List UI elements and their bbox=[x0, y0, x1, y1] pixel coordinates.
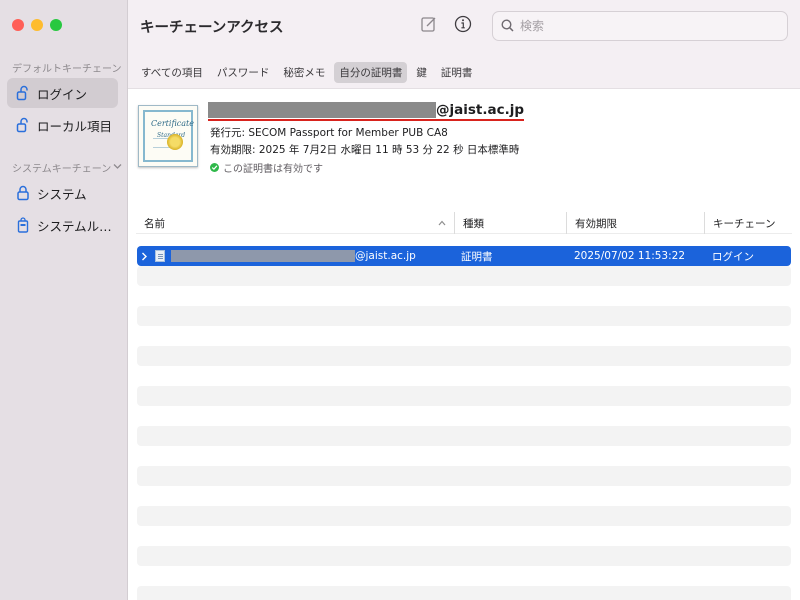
certificate-detail: Certificate Standard @jaist.ac.jp 発行元: S… bbox=[128, 88, 800, 200]
sidebar-item-label: システム bbox=[37, 186, 87, 202]
window-title: キーチェーンアクセス bbox=[140, 20, 284, 36]
sidebar-section-title: デフォルトキーチェーン bbox=[12, 64, 122, 75]
sidebar-item-system[interactable]: システム bbox=[7, 178, 118, 208]
column-header-name[interactable]: 名前 bbox=[136, 212, 454, 234]
sidebar-item-local-items[interactable]: ローカル項目 bbox=[7, 110, 118, 140]
window-controls bbox=[12, 19, 62, 31]
disclosure-chevron-icon[interactable] bbox=[141, 246, 148, 266]
sidebar-item-system-roots[interactable]: システムル… bbox=[7, 210, 118, 240]
column-header-kind[interactable]: 種類 bbox=[454, 212, 566, 234]
column-header-expires[interactable]: 有効期限 bbox=[566, 212, 704, 234]
certificate-issuer: 発行元: SECOM Passport for Member PUB CA8 bbox=[210, 127, 448, 139]
item-list: 名前 種類 有効期限 キーチェーン @jaist.ac.jp 証明書 2025/… bbox=[128, 200, 800, 600]
compose-icon bbox=[420, 15, 438, 37]
tab-passwords[interactable]: パスワード bbox=[212, 62, 275, 83]
chevron-down-icon[interactable] bbox=[113, 162, 122, 173]
category-tabs: すべての項目 パスワード 秘密メモ 自分の証明書 鍵 証明書 bbox=[136, 61, 477, 83]
unlocked-padlock-icon bbox=[16, 117, 30, 133]
seal-icon bbox=[167, 134, 183, 150]
tab-secure-notes[interactable]: 秘密メモ bbox=[278, 62, 330, 83]
redacted-username bbox=[208, 102, 436, 118]
empty-row bbox=[137, 366, 791, 386]
empty-row bbox=[137, 426, 791, 446]
sidebar-item-label: ログイン bbox=[37, 86, 88, 102]
new-item-button[interactable] bbox=[417, 14, 441, 38]
tab-my-certificates[interactable]: 自分の証明書 bbox=[334, 61, 408, 83]
empty-row bbox=[137, 566, 791, 586]
tab-keys[interactable]: 鍵 bbox=[411, 62, 432, 83]
empty-row bbox=[137, 526, 791, 546]
column-header-keychain[interactable]: キーチェーン bbox=[704, 212, 792, 234]
sort-ascending-icon bbox=[438, 217, 446, 229]
valid-check-icon bbox=[210, 163, 219, 172]
empty-row bbox=[137, 446, 791, 466]
redacted-username bbox=[171, 250, 355, 262]
row-kind-cell: 証明書 bbox=[461, 250, 493, 263]
empty-row bbox=[137, 466, 791, 486]
tab-all-items[interactable]: すべての項目 bbox=[136, 62, 208, 83]
empty-row bbox=[137, 486, 791, 506]
thumbnail-title: Certificate bbox=[151, 119, 194, 128]
search-field[interactable] bbox=[492, 11, 788, 41]
close-window-button[interactable] bbox=[12, 19, 24, 31]
sidebar-section-title: システムキーチェーン bbox=[12, 164, 112, 175]
unlocked-padlock-icon bbox=[16, 85, 30, 101]
certificate-subject: @jaist.ac.jp bbox=[208, 102, 525, 121]
table-rows: @jaist.ac.jp 証明書 2025/07/02 11:53:22 ログイ… bbox=[137, 246, 791, 600]
row-name-domain: @jaist.ac.jp bbox=[355, 250, 416, 262]
empty-row bbox=[137, 506, 791, 526]
sidebar: デフォルトキーチェーン ログイン ローカル項目 システムキーチェーン システム … bbox=[0, 0, 128, 600]
empty-row bbox=[137, 586, 791, 600]
search-input[interactable] bbox=[520, 19, 770, 33]
empty-row bbox=[137, 326, 791, 346]
tab-certificates[interactable]: 証明書 bbox=[436, 62, 478, 83]
sidebar-section-default-keychains: デフォルトキーチェーン bbox=[12, 60, 122, 75]
certificate-expiry: 有効期限: 2025 年 7月2日 水曜日 11 時 53 分 22 秒 日本標… bbox=[210, 144, 520, 156]
search-icon bbox=[501, 17, 514, 36]
row-keychain-cell: ログイン bbox=[712, 250, 754, 263]
status-text: この証明書は有効です bbox=[223, 164, 323, 175]
empty-row bbox=[137, 406, 791, 426]
empty-row bbox=[137, 266, 791, 286]
sidebar-item-login[interactable]: ログイン bbox=[7, 78, 118, 108]
info-icon bbox=[454, 15, 472, 37]
empty-row bbox=[137, 346, 791, 366]
certificate-thumbnail: Certificate Standard bbox=[138, 105, 198, 167]
table-header: 名前 種類 有効期限 キーチェーン bbox=[136, 212, 792, 234]
empty-row bbox=[137, 306, 791, 326]
sidebar-section-system-keychains[interactable]: システムキーチェーン bbox=[12, 160, 122, 175]
main-panel: キーチェーンアクセス 検索 すべての項目 パスワード 秘密メモ 自分の証明書 鍵… bbox=[128, 0, 800, 600]
locked-padlock-icon bbox=[16, 185, 30, 201]
locked-cabinet-icon bbox=[16, 217, 30, 233]
certificate-status: この証明書は有効です bbox=[210, 160, 323, 175]
maximize-window-button[interactable] bbox=[50, 19, 62, 31]
subject-domain: @jaist.ac.jp bbox=[436, 102, 525, 118]
empty-row bbox=[137, 286, 791, 306]
row-expires-cell: 2025/07/02 11:53:22 bbox=[574, 250, 686, 262]
empty-row bbox=[137, 546, 791, 566]
empty-rows bbox=[137, 266, 791, 600]
sidebar-item-label: システムル… bbox=[37, 218, 112, 234]
certificate-icon bbox=[155, 250, 165, 262]
toolbar: キーチェーンアクセス bbox=[128, 0, 800, 52]
info-button[interactable] bbox=[451, 14, 475, 38]
minimize-window-button[interactable] bbox=[31, 19, 43, 31]
table-row[interactable]: @jaist.ac.jp 証明書 2025/07/02 11:53:22 ログイ… bbox=[137, 246, 791, 266]
sidebar-item-label: ローカル項目 bbox=[37, 118, 113, 134]
row-name-cell: @jaist.ac.jp bbox=[155, 246, 416, 266]
empty-row bbox=[137, 386, 791, 406]
